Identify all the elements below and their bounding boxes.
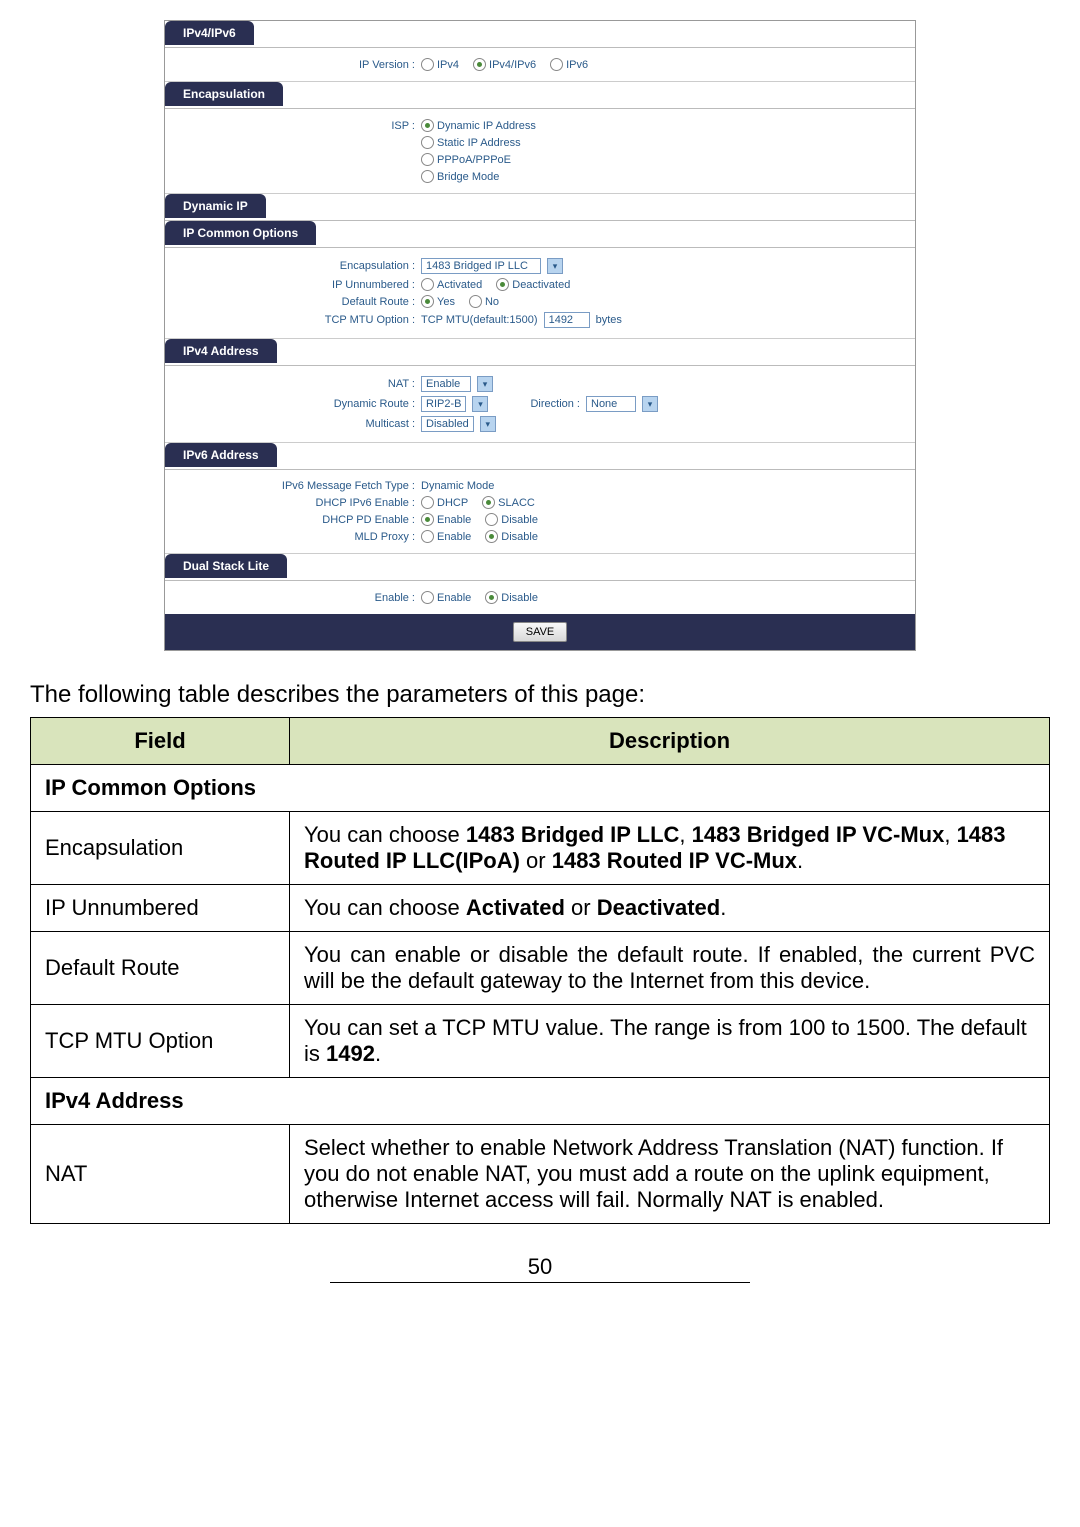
section-ip-common: IP Common Options xyxy=(31,765,1050,812)
parameter-table: Field Description IP Common Options Enca… xyxy=(30,717,1050,1224)
radio-isp-dynamic[interactable]: Dynamic IP Address xyxy=(421,119,536,132)
radio-isp-static[interactable]: Static IP Address xyxy=(421,136,521,149)
chevron-down-icon[interactable]: ▾ xyxy=(480,416,496,432)
tab-ipv4ipv6: IPv4/IPv6 xyxy=(165,21,254,45)
row-defroute-desc: You can enable or disable the default ro… xyxy=(290,932,1050,1005)
radio-ipv4[interactable]: IPv4 xyxy=(421,58,459,71)
isp-label: ISP : xyxy=(165,120,421,132)
dhcp-ipv6-label: DHCP IPv6 Enable : xyxy=(165,497,421,509)
chevron-down-icon[interactable]: ▾ xyxy=(472,396,488,412)
th-field: Field xyxy=(31,718,290,765)
ipun-label: IP Unnumbered : xyxy=(165,279,421,291)
section-ipv4: IPv4 Address xyxy=(31,1078,1050,1125)
radio-ipun-deactivated[interactable]: Deactivated xyxy=(496,278,570,291)
defroute-label: Default Route : xyxy=(165,296,421,308)
radio-dual-enable[interactable]: Enable xyxy=(421,591,471,604)
nat-select[interactable]: Enable xyxy=(421,376,471,392)
radio-mld-disable[interactable]: Disable xyxy=(485,530,538,543)
row-ipun-desc: You can choose Activated or Deactivated. xyxy=(290,885,1050,932)
chevron-down-icon[interactable]: ▾ xyxy=(477,376,493,392)
router-config-panel: IPv4/IPv6 IP Version : IPv4 IPv4/IPv6 IP… xyxy=(164,20,916,651)
tab-dynamic-ip: Dynamic IP xyxy=(165,194,266,218)
tcpmtu-label: TCP MTU Option : xyxy=(165,314,421,326)
radio-pd-enable[interactable]: Enable xyxy=(421,513,471,526)
tab-encapsulation: Encapsulation xyxy=(165,82,283,106)
tcpmtu-input[interactable]: 1492 xyxy=(544,312,590,328)
tab-ipv6-addr: IPv6 Address xyxy=(165,443,277,467)
radio-isp-bridge[interactable]: Bridge Mode xyxy=(421,170,499,183)
tab-ip-common: IP Common Options xyxy=(165,221,316,245)
radio-ipv4ipv6[interactable]: IPv4/IPv6 xyxy=(473,58,536,71)
encap-label: Encapsulation : xyxy=(165,260,421,272)
ipv6-fetch-value: Dynamic Mode xyxy=(421,480,494,492)
row-nat-label: NAT xyxy=(31,1125,290,1224)
ipv6-fetch-label: IPv6 Message Fetch Type : xyxy=(165,480,421,492)
tcpmtu-unit: bytes xyxy=(596,314,622,326)
dynroute-label: Dynamic Route : xyxy=(165,398,421,410)
row-encap-desc: You can choose 1483 Bridged IP LLC, 1483… xyxy=(290,812,1050,885)
intro-text: The following table describes the parame… xyxy=(30,681,1060,709)
encap-select[interactable]: 1483 Bridged IP LLC xyxy=(421,258,541,274)
radio-ipv6[interactable]: IPv6 xyxy=(550,58,588,71)
row-tcpmtu-desc: You can set a TCP MTU value. The range i… xyxy=(290,1005,1050,1078)
radio-defroute-no[interactable]: No xyxy=(469,295,499,308)
chevron-down-icon[interactable]: ▾ xyxy=(547,258,563,274)
row-defroute-label: Default Route xyxy=(31,932,290,1005)
row-ipun-label: IP Unnumbered xyxy=(31,885,290,932)
tab-dual-stack: Dual Stack Lite xyxy=(165,554,287,578)
dual-enable-label: Enable : xyxy=(165,592,421,604)
radio-dual-disable[interactable]: Disable xyxy=(485,591,538,604)
direction-select[interactable]: None xyxy=(586,396,636,412)
tab-ipv4-addr: IPv4 Address xyxy=(165,339,277,363)
dynroute-select[interactable]: RIP2-B xyxy=(421,396,466,412)
ip-version-label: IP Version : xyxy=(165,59,421,71)
radio-slacc[interactable]: SLACC xyxy=(482,496,535,509)
tcpmtu-text: TCP MTU(default:1500) xyxy=(421,314,538,326)
row-tcpmtu-label: TCP MTU Option xyxy=(31,1005,290,1078)
radio-mld-enable[interactable]: Enable xyxy=(421,530,471,543)
dhcp-pd-label: DHCP PD Enable : xyxy=(165,514,421,526)
save-button[interactable]: SAVE xyxy=(513,622,568,642)
radio-isp-pppoa[interactable]: PPPoA/PPPoE xyxy=(421,153,511,166)
direction-label: Direction : xyxy=(530,398,580,410)
radio-pd-disable[interactable]: Disable xyxy=(485,513,538,526)
row-nat-desc: Select whether to enable Network Address… xyxy=(290,1125,1050,1224)
radio-dhcp[interactable]: DHCP xyxy=(421,496,468,509)
page-number: 50 xyxy=(0,1244,1080,1295)
th-desc: Description xyxy=(290,718,1050,765)
mld-label: MLD Proxy : xyxy=(165,531,421,543)
radio-defroute-yes[interactable]: Yes xyxy=(421,295,455,308)
multicast-select[interactable]: Disabled xyxy=(421,416,474,432)
nat-label: NAT : xyxy=(165,378,421,390)
chevron-down-icon[interactable]: ▾ xyxy=(642,396,658,412)
radio-ipun-activated[interactable]: Activated xyxy=(421,278,482,291)
multicast-label: Multicast : xyxy=(165,418,421,430)
row-encap-label: Encapsulation xyxy=(31,812,290,885)
